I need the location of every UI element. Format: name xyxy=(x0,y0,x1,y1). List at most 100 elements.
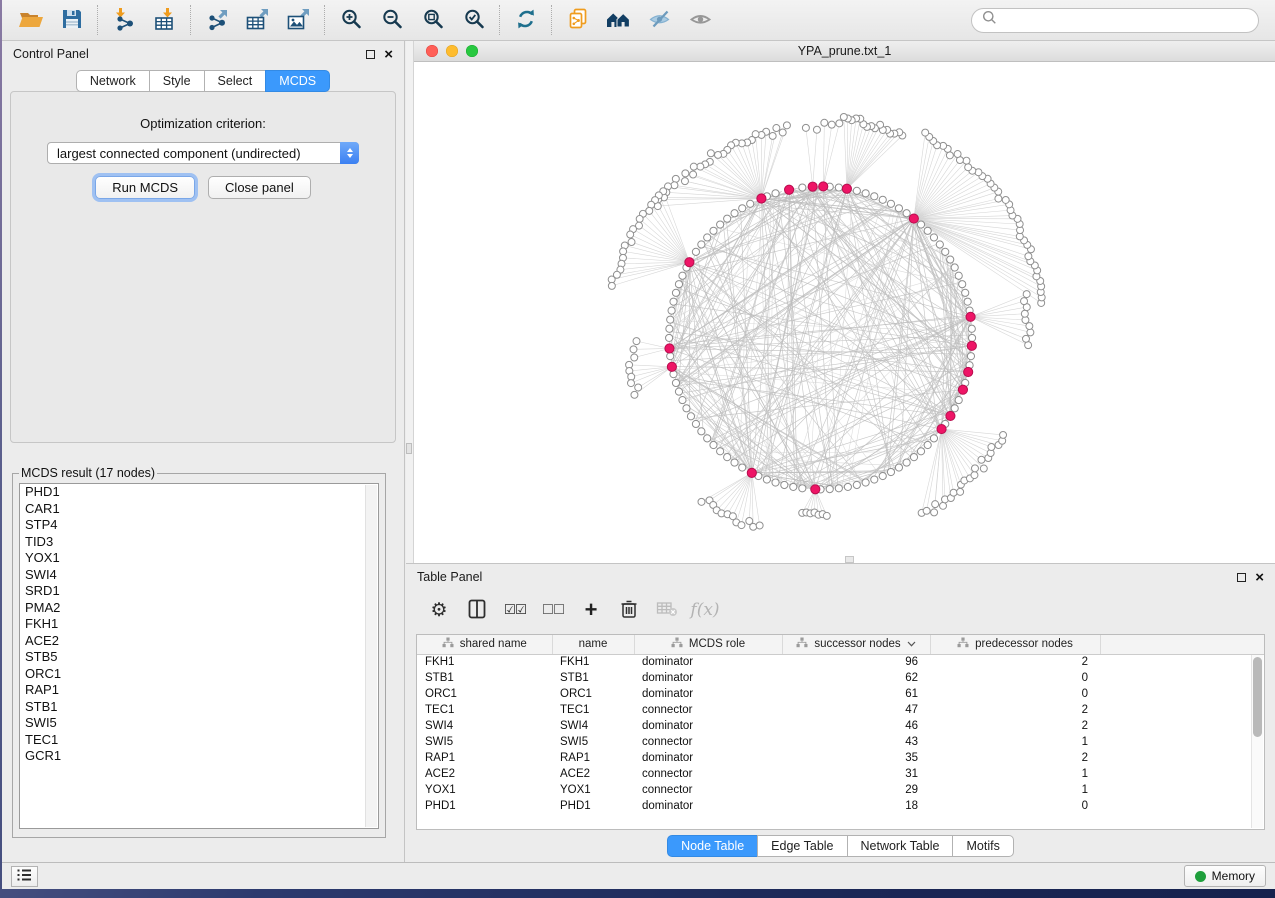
table-cell[interactable]: 0 xyxy=(930,686,1100,702)
table-cell[interactable]: ORC1 xyxy=(552,686,634,702)
table-cell[interactable]: 31 xyxy=(782,766,930,782)
refresh-button[interactable] xyxy=(505,3,546,37)
window-minimize-dot[interactable] xyxy=(446,45,458,57)
tab-edge-table[interactable]: Edge Table xyxy=(757,835,847,857)
tab-motifs[interactable]: Motifs xyxy=(952,835,1013,857)
table-cell[interactable]: ORC1 xyxy=(417,686,552,702)
close-table-panel-button[interactable]: × xyxy=(1255,570,1264,585)
table-cell[interactable]: dominator xyxy=(634,654,782,670)
table-cell[interactable]: 2 xyxy=(930,654,1100,670)
mcds-result-item[interactable]: SRD1 xyxy=(20,583,378,600)
table-cell[interactable]: 96 xyxy=(782,654,930,670)
mcds-result-item[interactable]: PMA2 xyxy=(20,600,378,617)
table-row[interactable]: ORC1ORC1dominator610 xyxy=(417,686,1264,702)
zoom-fit-button[interactable] xyxy=(412,3,453,37)
table-cell[interactable]: STB1 xyxy=(417,670,552,686)
table-cell[interactable]: SWI4 xyxy=(417,718,552,734)
result-list-scrollbar[interactable] xyxy=(365,485,377,827)
table-cell[interactable]: 0 xyxy=(930,670,1100,686)
search-input[interactable] xyxy=(1003,12,1248,28)
close-panel-icon-button[interactable]: × xyxy=(384,47,393,62)
table-cell[interactable]: 1 xyxy=(930,734,1100,750)
import-table-button[interactable] xyxy=(144,3,185,37)
table-cell[interactable]: connector xyxy=(634,782,782,798)
export-network-button[interactable] xyxy=(196,3,237,37)
mcds-result-item[interactable]: STB1 xyxy=(20,699,378,716)
memory-button[interactable]: Memory xyxy=(1184,865,1266,887)
window-close-dot[interactable] xyxy=(426,45,438,57)
mcds-result-item[interactable]: TID3 xyxy=(20,534,378,551)
table-cell[interactable]: connector xyxy=(634,734,782,750)
table-cell[interactable]: dominator xyxy=(634,750,782,766)
mcds-result-item[interactable]: SWI5 xyxy=(20,715,378,732)
table-cell[interactable]: 62 xyxy=(782,670,930,686)
network-canvas[interactable] xyxy=(414,62,1275,563)
table-cell[interactable]: 2 xyxy=(930,702,1100,718)
tab-network[interactable]: Network xyxy=(76,70,150,92)
table-cell[interactable]: 35 xyxy=(782,750,930,766)
table-cell[interactable]: TEC1 xyxy=(552,702,634,718)
table-cell[interactable]: ACE2 xyxy=(417,766,552,782)
column-header-shared-name[interactable]: shared name xyxy=(417,635,552,654)
table-cell[interactable]: RAP1 xyxy=(417,750,552,766)
table-scrollbar[interactable] xyxy=(1251,655,1263,828)
task-history-button[interactable] xyxy=(11,866,38,887)
delete-column-button[interactable] xyxy=(610,595,648,625)
table-cell[interactable]: SWI5 xyxy=(417,734,552,750)
table-cell[interactable]: 2 xyxy=(930,750,1100,766)
create-column-button[interactable]: + xyxy=(572,595,610,625)
tab-network-table[interactable]: Network Table xyxy=(847,835,954,857)
table-cell[interactable]: 18 xyxy=(782,798,930,814)
table-settings-button[interactable]: ⚙ xyxy=(420,595,458,625)
close-panel-button[interactable]: Close panel xyxy=(208,176,311,199)
network-graph[interactable] xyxy=(414,62,1275,563)
table-row[interactable]: PHD1PHD1dominator180 xyxy=(417,798,1264,814)
zoom-selected-button[interactable] xyxy=(453,3,494,37)
table-row[interactable]: TEC1TEC1connector472 xyxy=(417,702,1264,718)
mcds-result-item[interactable]: RAP1 xyxy=(20,682,378,699)
table-cell[interactable]: dominator xyxy=(634,718,782,734)
table-scrollbar-thumb[interactable] xyxy=(1253,657,1262,737)
table-row[interactable]: SWI4SWI4dominator462 xyxy=(417,718,1264,734)
splitter-grip-icon[interactable] xyxy=(406,443,412,454)
column-header-mcds-role[interactable]: MCDS role xyxy=(634,635,782,654)
table-cell[interactable]: 46 xyxy=(782,718,930,734)
canvas-scroll-grip[interactable] xyxy=(845,556,854,563)
search-box[interactable] xyxy=(971,8,1259,33)
mcds-result-item[interactable]: SWI4 xyxy=(20,567,378,584)
tab-mcds[interactable]: MCDS xyxy=(265,70,330,92)
table-cell[interactable]: 2 xyxy=(930,718,1100,734)
column-header-successor-nodes[interactable]: successor nodes xyxy=(782,635,930,654)
mcds-result-item[interactable]: STP4 xyxy=(20,517,378,534)
table-cell[interactable]: 0 xyxy=(930,798,1100,814)
table-cell[interactable]: RAP1 xyxy=(552,750,634,766)
tab-select[interactable]: Select xyxy=(204,70,267,92)
column-header-predecessor-nodes[interactable]: predecessor nodes xyxy=(930,635,1100,654)
save-session-button[interactable] xyxy=(51,3,92,37)
select-all-button[interactable]: ☑☑ xyxy=(496,595,534,625)
run-mcds-button[interactable]: Run MCDS xyxy=(95,176,195,199)
tab-node-table[interactable]: Node Table xyxy=(667,835,758,857)
duplicate-network-button[interactable] xyxy=(557,3,598,37)
export-table-button[interactable] xyxy=(237,3,278,37)
table-cell[interactable]: dominator xyxy=(634,798,782,814)
show-all-button[interactable] xyxy=(680,3,721,37)
float-table-panel-button[interactable] xyxy=(1237,573,1246,582)
table-cell[interactable]: 1 xyxy=(930,766,1100,782)
table-cell[interactable]: STB1 xyxy=(552,670,634,686)
first-neighbors-button[interactable] xyxy=(598,3,639,37)
mcds-result-item[interactable]: TEC1 xyxy=(20,732,378,749)
zoom-in-button[interactable] xyxy=(330,3,371,37)
mcds-result-item[interactable]: CAR1 xyxy=(20,501,378,518)
table-cell[interactable]: 47 xyxy=(782,702,930,718)
mcds-result-item[interactable]: STB5 xyxy=(20,649,378,666)
table-row[interactable]: RAP1RAP1dominator352 xyxy=(417,750,1264,766)
table-cell[interactable]: 43 xyxy=(782,734,930,750)
table-cell[interactable]: PHD1 xyxy=(417,798,552,814)
criterion-select[interactable]: largest connected component (undirected) xyxy=(47,142,359,164)
mcds-result-item[interactable]: ACE2 xyxy=(20,633,378,650)
table-cell[interactable]: YOX1 xyxy=(552,782,634,798)
table-cell[interactable]: TEC1 xyxy=(417,702,552,718)
table-row[interactable]: FKH1FKH1dominator962 xyxy=(417,654,1264,670)
export-image-button[interactable] xyxy=(278,3,319,37)
